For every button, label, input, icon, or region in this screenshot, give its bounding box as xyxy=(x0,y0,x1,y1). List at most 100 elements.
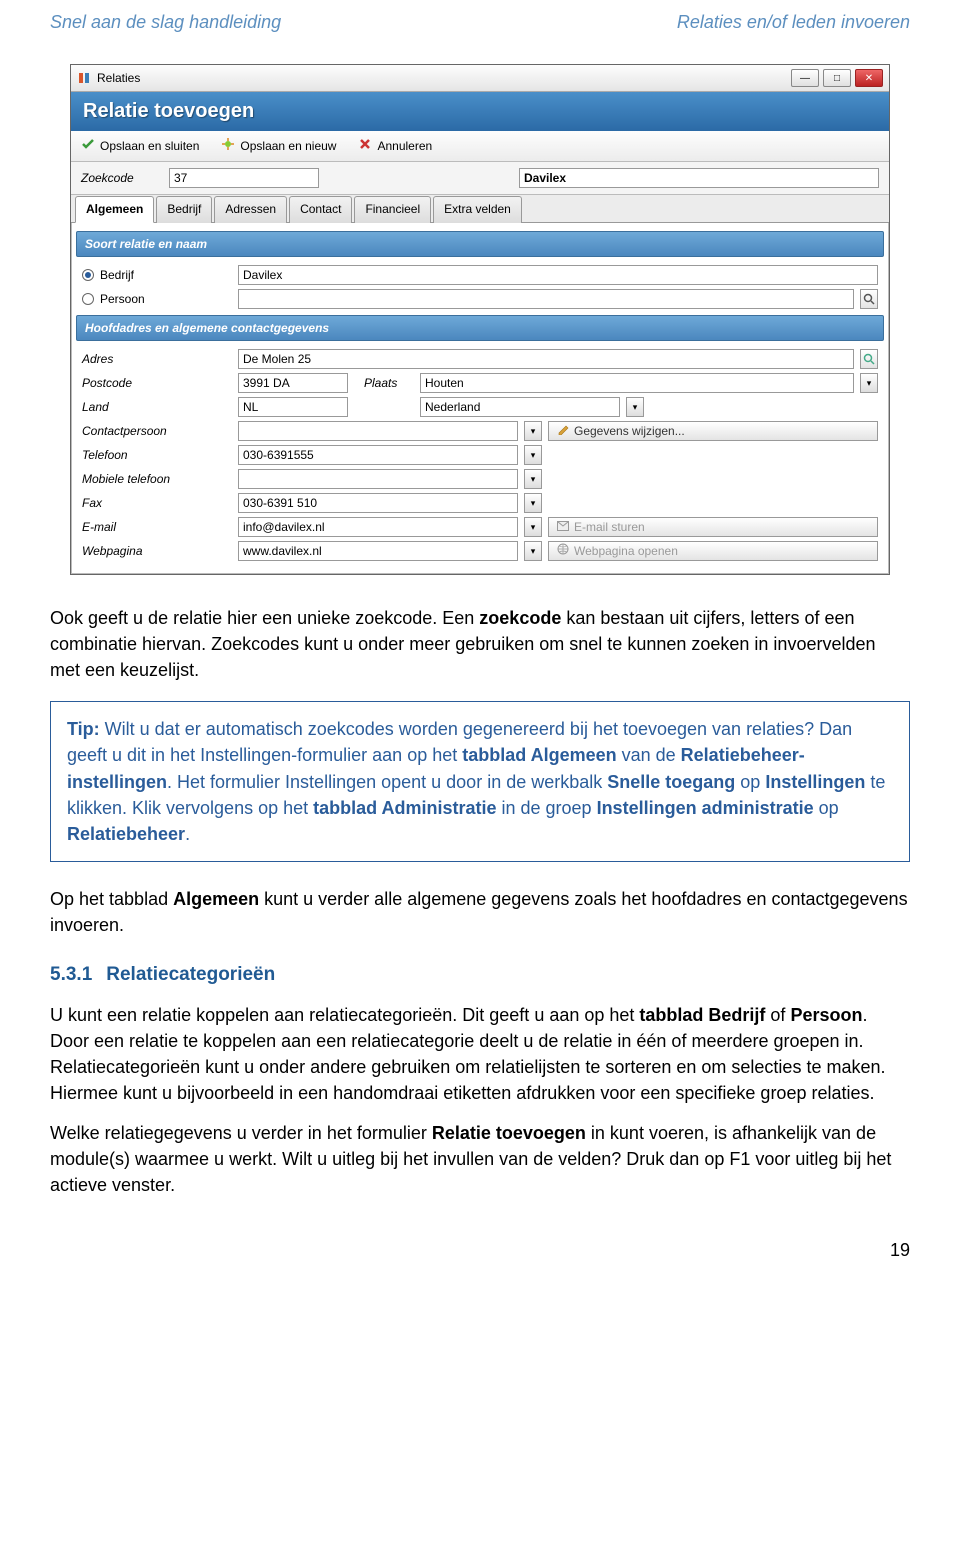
tab-bedrijf[interactable]: Bedrijf xyxy=(156,196,212,222)
adres-input[interactable] xyxy=(238,349,854,369)
fax-dropdown[interactable]: ▾ xyxy=(524,493,542,513)
paragraph-zoekcode: Ook geeft u de relatie hier een unieke z… xyxy=(50,605,910,683)
save-new-button[interactable]: Opslaan en nieuw xyxy=(221,137,336,155)
section-soort-relatie: Soort relatie en naam xyxy=(76,231,884,257)
zoekcode-input[interactable] xyxy=(169,168,319,188)
paragraph-categorieen: U kunt een relatie koppelen aan relatiec… xyxy=(50,1002,910,1106)
email-label: E-mail xyxy=(82,519,232,535)
land-dropdown[interactable]: ▾ xyxy=(626,397,644,417)
window-title: Relaties xyxy=(97,70,140,86)
row-contactpersoon: Contactpersoon ▾ Gegevens wijzigen... xyxy=(76,419,884,443)
mobiel-dropdown[interactable]: ▾ xyxy=(524,469,542,489)
row-land: Land ▾ xyxy=(76,395,884,419)
email-send-button[interactable]: E-mail sturen xyxy=(548,517,878,537)
mobiel-input[interactable] xyxy=(238,469,518,489)
window-buttons: — □ ✕ xyxy=(791,69,883,87)
maximize-button[interactable]: □ xyxy=(823,69,851,87)
globe-icon xyxy=(557,543,569,559)
web-dropdown[interactable]: ▾ xyxy=(524,541,542,561)
zoekcode-name-input[interactable] xyxy=(519,168,879,188)
adres-label: Adres xyxy=(82,351,232,367)
telefoon-input[interactable] xyxy=(238,445,518,465)
save-new-label: Opslaan en nieuw xyxy=(240,138,336,154)
paragraph-algemeen: Op het tabblad Algemeen kunt u verder al… xyxy=(50,886,910,938)
tabbar: Algemeen Bedrijf Adressen Contact Financ… xyxy=(71,195,889,222)
app-icon xyxy=(77,71,91,85)
section-hoofdadres: Hoofdadres en algemene contactgegevens xyxy=(76,315,884,341)
header-left: Snel aan de slag handleiding xyxy=(50,10,281,34)
tab-panel: Soort relatie en naam Bedrijf Persoon Ho… xyxy=(71,223,889,574)
bedrijf-name-input[interactable] xyxy=(238,265,878,285)
tab-extra[interactable]: Extra velden xyxy=(433,196,522,222)
page-number: 19 xyxy=(50,1238,910,1262)
minimize-button[interactable]: — xyxy=(791,69,819,87)
fax-label: Fax xyxy=(82,495,232,511)
zoekcode-label: Zoekcode xyxy=(81,170,161,186)
sparkle-icon xyxy=(221,137,235,155)
postcode-input[interactable] xyxy=(238,373,348,393)
toolbar: Opslaan en sluiten Opslaan en nieuw Annu… xyxy=(71,131,889,162)
cancel-button[interactable]: Annuleren xyxy=(358,137,432,155)
contact-input[interactable] xyxy=(238,421,518,441)
pencil-icon xyxy=(557,423,569,439)
email-dropdown[interactable]: ▾ xyxy=(524,517,542,537)
telefoon-label: Telefoon xyxy=(82,447,232,463)
doc-header: Snel aan de slag handleiding Relaties en… xyxy=(50,10,910,34)
row-telefoon: Telefoon ▾ xyxy=(76,443,884,467)
adres-lookup-button[interactable] xyxy=(860,349,878,369)
land-code-input[interactable] xyxy=(238,397,348,417)
tab-financieel[interactable]: Financieel xyxy=(354,196,431,222)
dialog-banner: Relatie toevoegen xyxy=(71,92,889,131)
row-fax: Fax ▾ xyxy=(76,491,884,515)
tab-contact[interactable]: Contact xyxy=(289,196,352,222)
tab-algemeen[interactable]: Algemeen xyxy=(75,196,154,222)
land-label: Land xyxy=(82,399,232,415)
radio-bedrijf[interactable] xyxy=(82,269,94,281)
close-button[interactable]: ✕ xyxy=(855,69,883,87)
cancel-icon xyxy=(358,137,372,155)
contact-label: Contactpersoon xyxy=(82,423,232,439)
section-title: Relatiecategorieën xyxy=(106,962,275,988)
app-window: Relaties — □ ✕ Relatie toevoegen Opslaan… xyxy=(70,64,890,575)
gegevens-wijzigen-button[interactable]: Gegevens wijzigen... xyxy=(548,421,878,441)
tab-adressen[interactable]: Adressen xyxy=(214,196,287,222)
telefoon-dropdown[interactable]: ▾ xyxy=(524,445,542,465)
plaats-dropdown[interactable]: ▾ xyxy=(860,373,878,393)
row-bedrijf: Bedrijf xyxy=(76,263,884,287)
email-input[interactable] xyxy=(238,517,518,537)
web-open-button[interactable]: Webpagina openen xyxy=(548,541,878,561)
tip-head: Tip: xyxy=(67,719,100,739)
radio-bedrijf-label: Bedrijf xyxy=(100,267,134,283)
section-number: 5.3.1 xyxy=(50,962,92,988)
plaats-input[interactable] xyxy=(420,373,854,393)
contact-dropdown[interactable]: ▾ xyxy=(524,421,542,441)
mail-icon xyxy=(557,519,569,535)
gegevens-label: Gegevens wijzigen... xyxy=(574,423,685,439)
persoon-lookup-button[interactable] xyxy=(860,289,878,309)
header-right: Relaties en/of leden invoeren xyxy=(677,10,910,34)
persoon-name-input[interactable] xyxy=(238,289,854,309)
row-mobiel: Mobiele telefoon ▾ xyxy=(76,467,884,491)
radio-persoon[interactable] xyxy=(82,293,94,305)
row-web: Webpagina ▾ Webpagina openen xyxy=(76,539,884,563)
row-adres: Adres xyxy=(76,347,884,371)
zoekcode-row: Zoekcode xyxy=(71,162,889,195)
paragraph-modules: Welke relatiegegevens u verder in het fo… xyxy=(50,1120,910,1198)
mobiel-label: Mobiele telefoon xyxy=(82,471,232,487)
email-send-label: E-mail sturen xyxy=(574,519,645,535)
tip-box: Tip: Wilt u dat er automatisch zoekcodes… xyxy=(50,701,910,861)
plaats-label: Plaats xyxy=(354,375,414,391)
web-input[interactable] xyxy=(238,541,518,561)
web-label: Webpagina xyxy=(82,543,232,559)
fax-input[interactable] xyxy=(238,493,518,513)
section-heading: 5.3.1 Relatiecategorieën xyxy=(50,962,910,988)
save-close-button[interactable]: Opslaan en sluiten xyxy=(81,137,199,155)
postcode-label: Postcode xyxy=(82,375,232,391)
row-email: E-mail ▾ E-mail sturen xyxy=(76,515,884,539)
save-close-label: Opslaan en sluiten xyxy=(100,138,199,154)
titlebar: Relaties — □ ✕ xyxy=(71,65,889,92)
land-name-input[interactable] xyxy=(420,397,620,417)
row-persoon: Persoon xyxy=(76,287,884,311)
row-postcode: Postcode Plaats ▾ xyxy=(76,371,884,395)
web-open-label: Webpagina openen xyxy=(574,543,678,559)
